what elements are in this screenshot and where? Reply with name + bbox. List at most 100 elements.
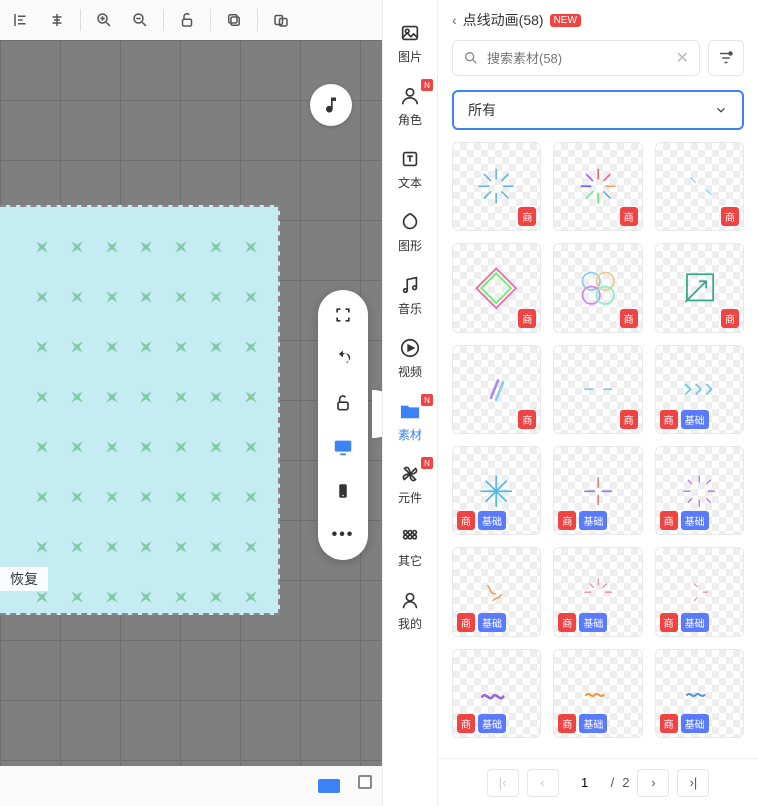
cat-label: 其它 — [398, 552, 422, 569]
badge-shang: 商 — [457, 511, 475, 530]
cat-video[interactable]: 视频 — [385, 329, 435, 388]
cat-music[interactable]: 音乐 — [385, 266, 435, 325]
chevron-down-icon — [714, 103, 728, 117]
cat-folder[interactable]: 素材N — [385, 392, 435, 451]
cat-shape[interactable]: 图形 — [385, 203, 435, 262]
display-button[interactable] — [328, 432, 358, 462]
align-center-icon[interactable] — [40, 3, 74, 37]
cat-me[interactable]: 我的 — [385, 581, 435, 640]
asset-card[interactable]: 商基础 — [452, 649, 541, 738]
badge-jichu: 基础 — [681, 714, 709, 733]
asset-preview — [572, 465, 624, 517]
pager-sep: / — [611, 775, 615, 790]
fullscreen-button[interactable] — [328, 300, 358, 330]
cat-pinwheel[interactable]: 元件N — [385, 455, 435, 514]
asset-preview — [673, 465, 725, 517]
asset-card[interactable]: 商基础 — [655, 446, 744, 535]
badge-shang: 商 — [620, 207, 638, 226]
undo-button[interactable] — [328, 344, 358, 374]
asset-card[interactable]: 商基础 — [553, 446, 642, 535]
zoom-in-icon[interactable] — [87, 3, 121, 37]
asset-card[interactable]: 商基础 — [655, 345, 744, 434]
shape-icon — [399, 211, 421, 233]
user-icon — [399, 85, 421, 107]
search-input[interactable] — [487, 51, 668, 66]
asset-preview — [572, 262, 624, 314]
pager-first[interactable]: |‹ — [487, 769, 519, 797]
badge-shang: 商 — [620, 410, 638, 429]
asset-card[interactable]: 商 — [655, 243, 744, 332]
badge-jichu: 基础 — [478, 511, 506, 530]
pager-current[interactable] — [567, 769, 603, 797]
clear-icon[interactable]: ✕ — [676, 48, 689, 68]
badge-shang: 商 — [721, 207, 739, 226]
asset-grid: 商商商商商商商商商基础商基础商基础商基础商基础商基础商基础商基础商基础商基础 — [452, 142, 744, 738]
badge-jichu: 基础 — [478, 613, 506, 632]
pager-last[interactable]: ›| — [677, 769, 709, 797]
music-button[interactable] — [310, 84, 352, 126]
more-button[interactable]: ••• — [328, 520, 358, 550]
screen-ratio-icon[interactable] — [318, 779, 340, 793]
badge-shang: 商 — [558, 613, 576, 632]
top-toolbar — [0, 0, 382, 40]
cat-text[interactable]: 文本 — [385, 140, 435, 199]
asset-card[interactable]: 商基础 — [655, 547, 744, 636]
zoom-out-icon[interactable] — [123, 3, 157, 37]
stage-rectangle[interactable]: 恢复 — [0, 205, 280, 615]
asset-card[interactable]: 商基础 — [452, 547, 541, 636]
paste-clone-icon[interactable] — [264, 3, 298, 37]
align-left-icon[interactable] — [4, 3, 38, 37]
back-chevron-icon[interactable]: ‹ — [452, 12, 457, 28]
cat-image[interactable]: 图片 — [385, 14, 435, 73]
search-box[interactable]: ✕ — [452, 40, 700, 76]
canvas-area[interactable]: 恢复 ••• — [0, 0, 382, 806]
cat-label: 文本 — [398, 174, 422, 191]
asset-card[interactable]: 商基础 — [452, 446, 541, 535]
me-icon — [399, 589, 421, 611]
pager-prev[interactable]: ‹ — [527, 769, 559, 797]
type-select[interactable]: 所有 — [452, 90, 744, 130]
asset-card[interactable]: 商 — [452, 243, 541, 332]
new-dot: N — [421, 79, 433, 91]
unlock-button[interactable] — [328, 388, 358, 418]
badge-jichu: 基础 — [681, 613, 709, 632]
expand-handle[interactable] — [372, 390, 382, 438]
asset-preview — [673, 262, 725, 314]
panel-title[interactable]: 点线动画(58) — [463, 10, 544, 30]
asset-card[interactable]: 商 — [452, 345, 541, 434]
asset-card[interactable]: 商基础 — [655, 649, 744, 738]
asset-preview — [673, 566, 725, 618]
cat-label: 元件 — [398, 489, 422, 506]
type-select-label: 所有 — [468, 100, 496, 120]
asset-preview — [470, 160, 522, 212]
filter-button[interactable] — [708, 40, 744, 76]
search-icon — [463, 50, 479, 66]
asset-card[interactable]: 商 — [553, 345, 642, 434]
asset-preview — [673, 667, 725, 719]
asset-card[interactable]: 商 — [553, 243, 642, 332]
phone-button[interactable] — [328, 476, 358, 506]
pinwheel-icon — [399, 463, 421, 485]
cat-label: 素材 — [398, 426, 422, 443]
asset-preview — [470, 262, 522, 314]
badge-jichu: 基础 — [478, 714, 506, 733]
pager-next[interactable]: › — [637, 769, 669, 797]
copy-icon[interactable] — [217, 3, 251, 37]
asset-card[interactable]: 商 — [655, 142, 744, 231]
asset-preview — [572, 667, 624, 719]
asset-card[interactable]: 商基础 — [553, 649, 642, 738]
badge-shang: 商 — [518, 410, 536, 429]
cat-label: 图片 — [398, 48, 422, 65]
unlock-icon[interactable] — [170, 3, 204, 37]
cat-user[interactable]: 角色 N — [385, 77, 435, 136]
cat-label: 图形 — [398, 237, 422, 254]
collapse-icon[interactable] — [358, 775, 372, 789]
assets-panel: ‹ 点线动画(58) NEW ✕ 所有 商商商商商商商商商基础商基础商基础商基础… — [438, 0, 758, 806]
asset-card[interactable]: 商 — [452, 142, 541, 231]
asset-card[interactable]: 商基础 — [553, 547, 642, 636]
asset-preview — [470, 465, 522, 517]
asset-card[interactable]: 商 — [553, 142, 642, 231]
video-icon — [399, 337, 421, 359]
cat-grid[interactable]: 其它 — [385, 518, 435, 577]
cat-label: 角色 — [398, 111, 422, 128]
